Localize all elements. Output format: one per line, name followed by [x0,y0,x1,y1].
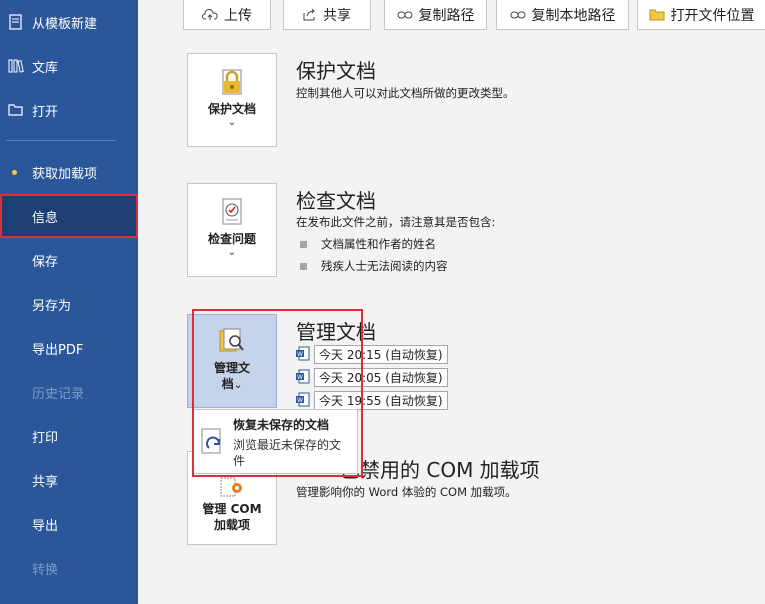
inspect-bullet: 文档属性和作者的姓名 [300,236,436,252]
nav-label: 文库 [32,60,59,76]
nav-save-as[interactable]: 另存为 [0,282,138,326]
recover-unsaved-item[interactable]: 恢复未保存的文档 浏览最近未保存的文件 [193,410,357,473]
nav-label: 共享 [32,474,59,490]
nav-history: 历史记录 [0,370,138,414]
nav-save[interactable]: 保存 [0,238,138,282]
svg-text:W: W [297,351,303,358]
version-label: 今天 20:05 (自动恢复) [314,368,448,387]
nav-print[interactable]: 打印 [0,414,138,458]
share-button[interactable]: 共享 [283,0,371,30]
tile-label: 检查问题 [207,232,256,246]
nav-open[interactable]: 打开 [0,88,138,132]
link-icon [510,10,526,20]
version-item[interactable]: W 今天 19:55 (自动恢复) [296,391,448,410]
nav-export-pdf[interactable]: 导出PDF [0,326,138,370]
nav-label: 保存 [32,254,59,270]
svg-text:W: W [297,374,303,381]
svg-text:W: W [297,397,303,404]
word-doc-icon: W [296,346,310,364]
tile-label: 管理文 [213,361,250,375]
nav-label: 从模板新建 [32,16,98,32]
dot-icon [12,169,17,175]
protect-title: 保护文档 [296,59,376,83]
copy-local-path-label: 复制本地路径 [531,7,616,24]
protect-desc: 控制其他人可以对此文档所做的更改类型。 [296,86,515,100]
copy-path-label: 复制路径 [418,7,475,24]
tile-label-line2: 档⌄ [221,377,243,391]
chevron-down-icon: ⌄ [227,117,237,128]
folder-icon [649,9,665,21]
nav-label: 打开 [32,104,59,120]
protect-document-tile[interactable]: 保护文档 ⌄ [187,53,277,147]
nav-info[interactable]: 信息 [0,194,138,238]
version-label: 今天 20:15 (自动恢复) [314,345,448,364]
nav-convert: 转换 [0,546,138,590]
recover-unsaved-menu: 恢复未保存的文档 浏览最近未保存的文件 [192,409,358,474]
nav-get-addins[interactable]: 获取加载项 [0,150,138,194]
com-desc: 管理影响你的 Word 体验的 COM 加载项。 [296,485,517,499]
inspect-bullet: 残疾人士无法阅读的内容 [300,258,448,274]
nav-label: 转换 [32,562,59,578]
manage-document-icon [216,327,248,360]
check-issues-tile[interactable]: 检查问题 ⌄ [187,183,277,277]
nav-label: 历史记录 [32,386,85,402]
version-label: 今天 19:55 (自动恢复) [314,391,448,410]
nav-library[interactable]: 文库 [0,44,138,88]
inspect-title: 检查文档 [296,189,376,213]
lock-icon [217,66,247,101]
link-icon [397,10,413,20]
library-icon [6,58,26,74]
backstage-sidebar: 从模板新建 文库 打开 获取加载项 信息 保存 另存为 导出PDF 历史记录 打… [0,0,138,604]
nav-label: 打印 [32,430,59,446]
share-icon [303,8,317,21]
manage-title: 管理文档 [296,320,376,344]
open-location-label: 打开文件位置 [670,7,755,24]
nav-label: 信息 [32,210,59,226]
copy-path-button[interactable]: 复制路径 [384,0,487,30]
upload-button[interactable]: 上传 [183,0,271,30]
nav-label: 另存为 [32,298,72,314]
version-item[interactable]: W 今天 20:15 (自动恢复) [296,345,448,364]
nav-new-from-template[interactable]: 从模板新建 [0,0,138,44]
version-item[interactable]: W 今天 20:05 (自动恢复) [296,368,448,387]
nav-label: 获取加载项 [32,166,98,182]
copy-local-path-button[interactable]: 复制本地路径 [496,0,629,30]
com-title: 已禁用的 COM 加载项 [340,458,540,482]
word-doc-icon: W [296,369,310,387]
upload-label: 上传 [224,7,252,24]
tile-label: 管理 COM 加载项 [202,502,262,532]
chevron-down-icon: ⌄ [227,247,237,258]
nav-export[interactable]: 导出 [0,502,138,546]
manage-document-tile[interactable]: 管理文 档⌄ [187,314,277,408]
bullet-text: 文档属性和作者的姓名 [321,237,436,251]
share-label: 共享 [323,7,351,24]
cloud-upload-icon [202,8,218,21]
nav-label: 导出 [32,518,59,534]
sidebar-divider [6,140,116,141]
recover-unsaved-desc: 浏览最近未保存的文件 [233,438,342,468]
chevron-down-icon: ⌄ [233,380,243,391]
nav-share[interactable]: 共享 [0,458,138,502]
inspect-document-icon [217,196,247,231]
com-addin-gear-icon [217,476,247,501]
bullet-text: 残疾人士无法阅读的内容 [321,259,448,273]
word-doc-icon: W [296,392,310,410]
recover-document-icon [199,426,227,462]
new-from-template-icon [6,14,26,30]
open-file-location-button[interactable]: 打开文件位置 [637,0,765,30]
tile-label: 保护文档 [207,102,256,116]
inspect-desc: 在发布此文件之前，请注意其是否包含: [296,215,496,229]
nav-label: 导出PDF [32,342,84,358]
recover-unsaved-title: 恢复未保存的文档 [233,418,330,432]
folder-open-icon [6,103,26,117]
